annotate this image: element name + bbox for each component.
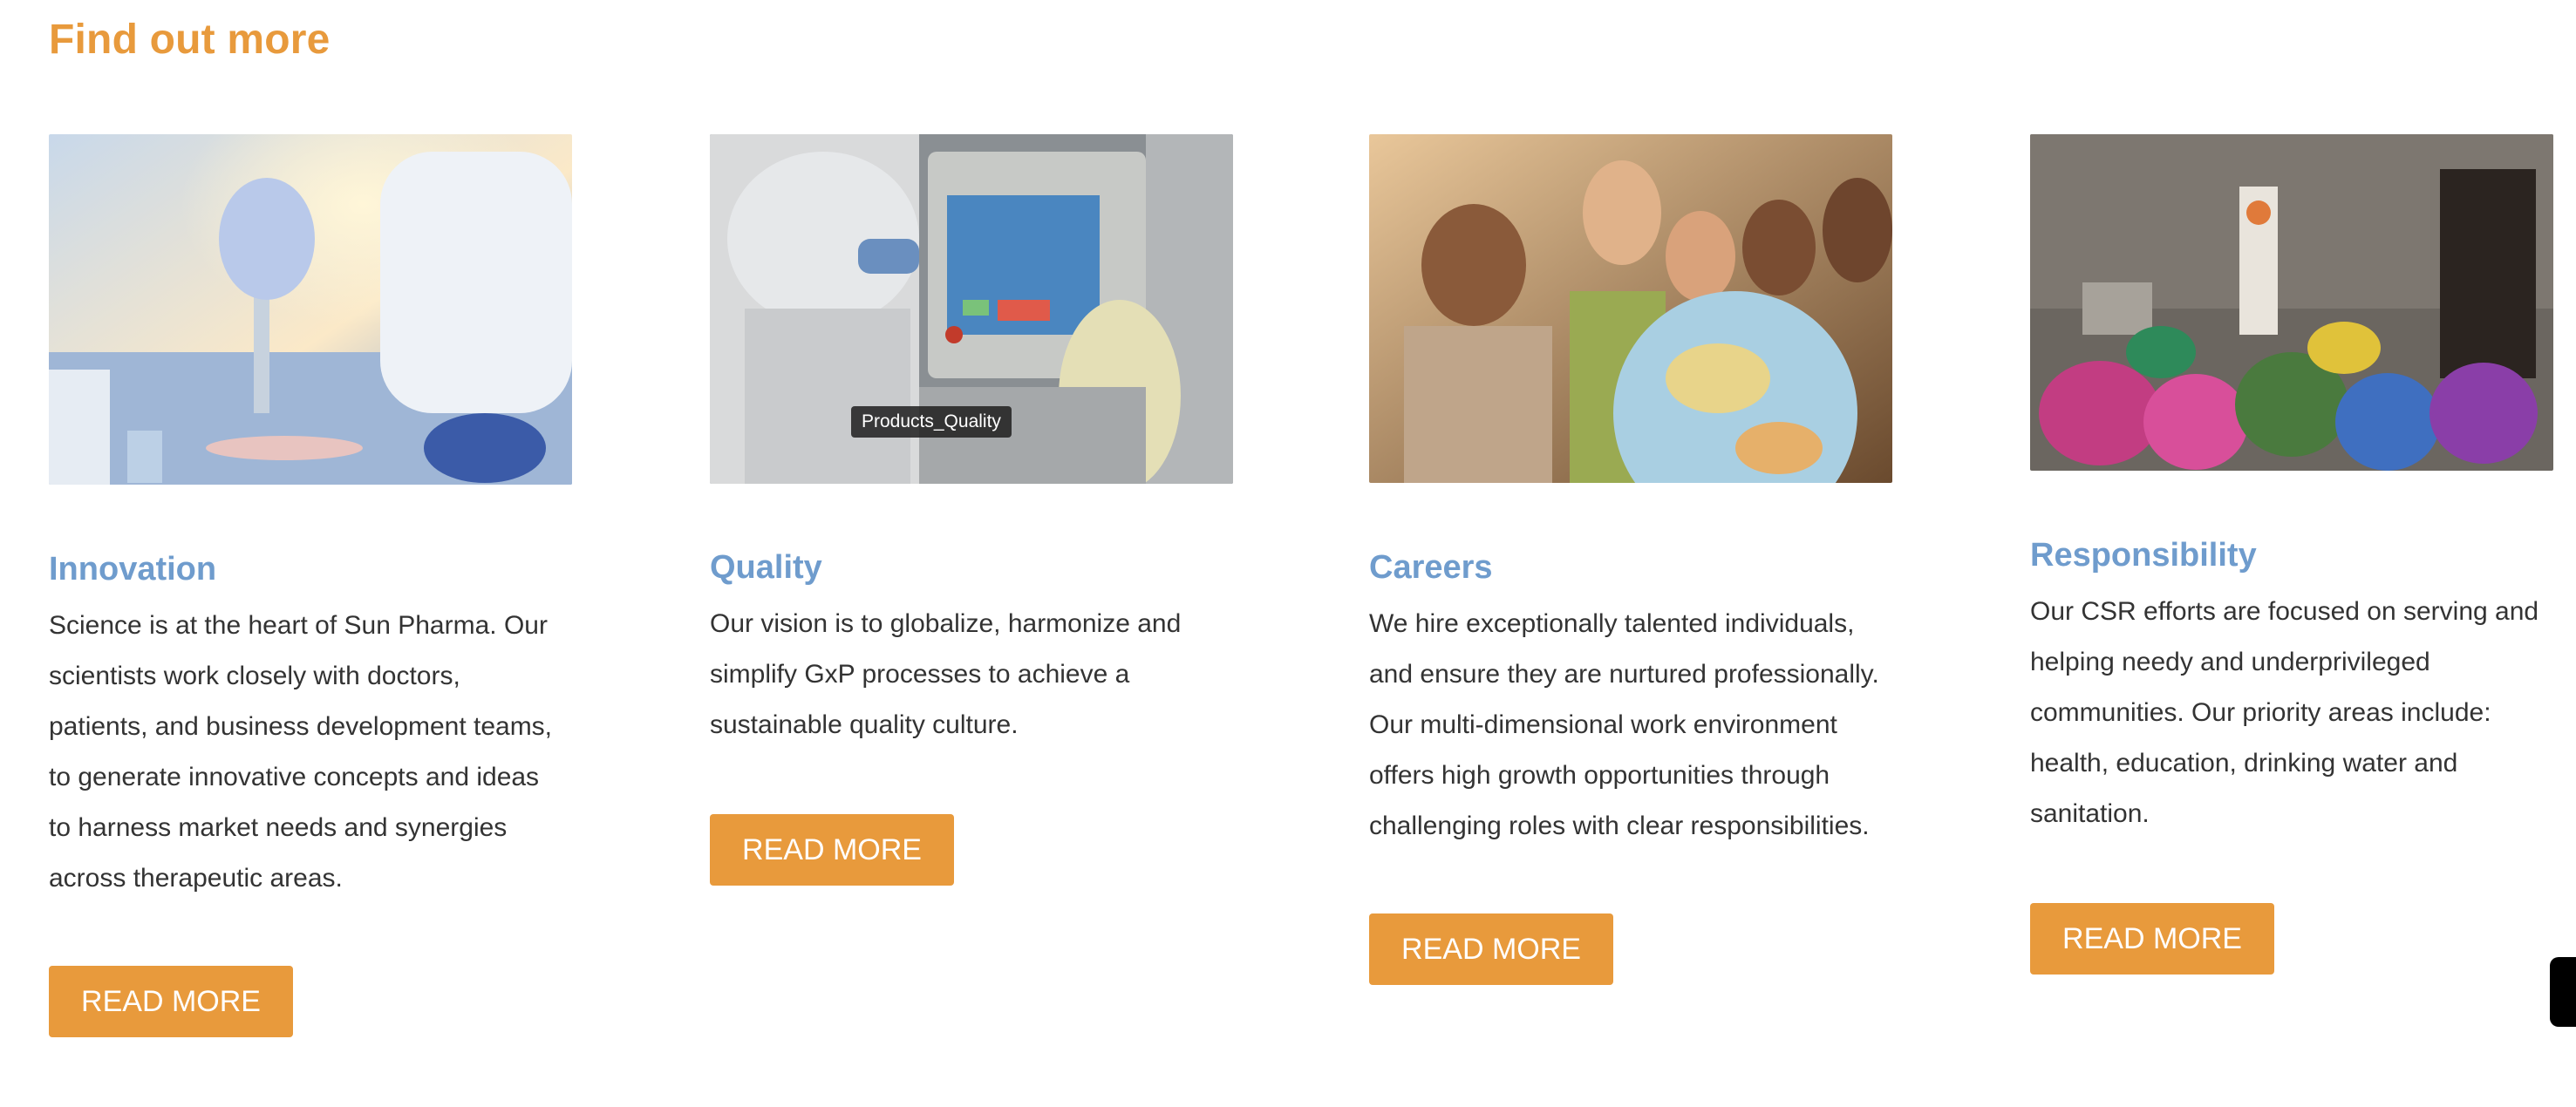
card-text-line: sanitation. (2030, 799, 2150, 828)
lab-pipette-image (49, 134, 572, 485)
card-title[interactable]: Quality (710, 549, 1233, 587)
card-text-line: and ensure they are nurtured professiona… (1369, 660, 1879, 689)
read-more-button[interactable]: READ MORE (2030, 903, 2274, 975)
card-text-line: helping needy and underprivileged (2030, 648, 2430, 676)
section-title: Find out more (49, 17, 331, 63)
card-text-line: health, education, drinking water and (2030, 749, 2458, 778)
community-meeting-image (2030, 134, 2553, 471)
card-text-line: sustainable quality culture. (710, 710, 1019, 739)
card-text-line: offers high growth opportunities through (1369, 761, 1830, 790)
card-text-line: patients, and business development teams… (49, 712, 553, 741)
card-text-line: Our CSR efforts are focused on serving a… (2030, 597, 2539, 626)
people-globe-image (1369, 134, 1892, 483)
card-text-line: We hire exceptionally talented individua… (1369, 609, 1855, 638)
responsibility-image[interactable] (2030, 134, 2553, 471)
card-text-line: to harness market needs and synergies (49, 813, 508, 842)
card-quality: Products_Quality Quality Our vision is t… (710, 134, 1233, 886)
card-text-line: scientists work closely with doctors, (49, 662, 460, 690)
find-out-more-section: Find out more Innovation Science is at t… (0, 0, 2576, 1107)
careers-image[interactable] (1369, 134, 1892, 483)
card-text-line: challenging roles with clear responsibil… (1369, 812, 1870, 840)
card-responsibility: Responsibility Our CSR efforts are focus… (2030, 134, 2553, 975)
card-title[interactable]: Innovation (49, 551, 572, 588)
card-text-line: simplify GxP processes to achieve a (710, 660, 1130, 689)
read-more-button[interactable]: READ MORE (1369, 913, 1613, 985)
card-text-line: Science is at the heart of Sun Pharma. O… (49, 611, 548, 640)
image-tooltip: Products_Quality (851, 406, 1012, 438)
card-text-line: to generate innovative concepts and idea… (49, 763, 540, 791)
innovation-image[interactable] (49, 134, 572, 485)
card-title[interactable]: Careers (1369, 549, 1892, 587)
card-title[interactable]: Responsibility (2030, 537, 2553, 574)
floating-side-tab[interactable] (2550, 957, 2576, 1027)
card-text-line: Our multi-dimensional work environment (1369, 710, 1837, 739)
card-careers: Careers We hire exceptionally talented i… (1369, 134, 1892, 985)
card-text-line: communities. Our priority areas include: (2030, 698, 2491, 727)
card-text-line: across therapeutic areas. (49, 864, 343, 893)
read-more-button[interactable]: READ MORE (49, 966, 293, 1037)
read-more-button[interactable]: READ MORE (710, 814, 954, 886)
card-text-line: Our vision is to globalize, harmonize an… (710, 609, 1182, 638)
quality-image[interactable]: Products_Quality (710, 134, 1233, 484)
card-innovation: Innovation Science is at the heart of Su… (49, 134, 572, 1037)
